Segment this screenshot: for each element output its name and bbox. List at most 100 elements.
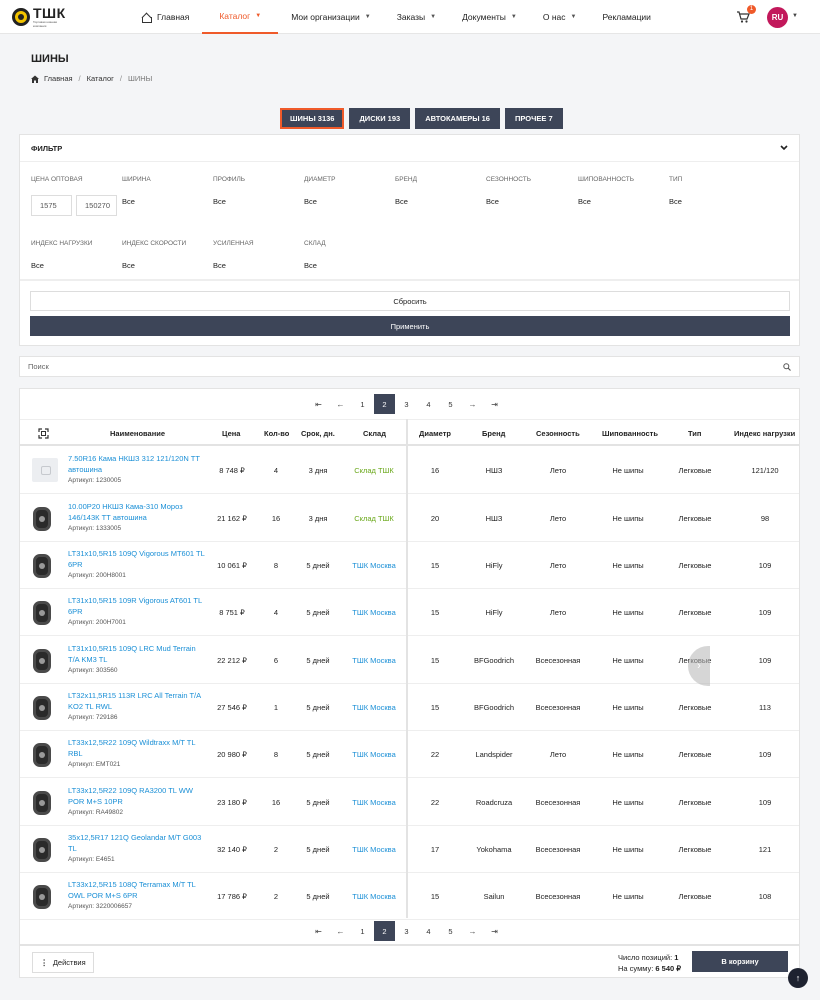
language-switcher[interactable]: RU: [767, 7, 788, 28]
filter-speed-index-select[interactable]: Все: [122, 261, 135, 270]
table-row[interactable]: LT33x12,5R22 109Q Wildtraxx M/T TL RBL Ар…: [20, 731, 799, 778]
product-name-link[interactable]: 10.00Р20 НКШЗ Кама-310 Мороз 146/143К ТТ…: [68, 501, 208, 523]
table-row[interactable]: 7.50R16 Кама НКШЗ 312 121/120N TT автоши…: [20, 447, 799, 494]
table-row[interactable]: LT32x11,5R15 113R LRC All Terrain T/A KO…: [20, 684, 799, 731]
first-page-icon[interactable]: ⇤: [308, 921, 329, 941]
table-row[interactable]: LT33x12,5R22 109Q RA3200 TL WW POR M+S 1…: [20, 779, 799, 826]
page-button[interactable]: 3: [396, 394, 417, 414]
product-name-link[interactable]: LT32x11,5R15 113R LRC All Terrain T/A KO…: [68, 690, 208, 712]
col-brand[interactable]: Бренд: [482, 420, 505, 447]
cell-stock[interactable]: Склад ТШК: [348, 495, 400, 542]
product-name-link[interactable]: LT33x12,5R22 109Q RA3200 TL WW POR M+S 1…: [68, 785, 208, 807]
table-row[interactable]: LT31x10,5R15 109Q LRC Mud Terrain T/A KM…: [20, 637, 799, 684]
table-row[interactable]: LT31x10,5R15 109Q Vigorous MT601 TL 6PR А…: [20, 542, 799, 589]
table-row[interactable]: LT31x10,5R15 109R Vigorous AT601 TL 6PR А…: [20, 589, 799, 636]
cell-diameter: 15: [430, 703, 440, 712]
page-button[interactable]: 1: [352, 921, 373, 941]
page-button-current[interactable]: 2: [374, 921, 395, 941]
search-input[interactable]: Поиск: [19, 356, 800, 377]
col-stock[interactable]: Склад: [363, 420, 386, 447]
filter-warehouse-select[interactable]: Все: [304, 261, 317, 270]
nav-orders[interactable]: Заказы ▼: [384, 0, 449, 34]
cell-stock[interactable]: ТШК Москва: [348, 731, 400, 778]
nav-orgs[interactable]: Мои организации ▼: [278, 0, 384, 34]
price-max-input[interactable]: 150270: [76, 195, 117, 216]
filter-reinforced-select[interactable]: Все: [213, 261, 226, 270]
expand-icon[interactable]: [38, 428, 49, 439]
prev-page-icon[interactable]: ←: [330, 921, 351, 941]
filter-profile-select[interactable]: Все: [213, 197, 226, 206]
nav-docs[interactable]: Документы ▼: [449, 0, 530, 34]
product-name-link[interactable]: 7.50R16 Кама НКШЗ 312 121/120N TT автоши…: [68, 453, 208, 475]
filter-diameter-select[interactable]: Все: [304, 197, 317, 206]
tab-tubes[interactable]: АВТОКАМЕРЫ 16: [415, 108, 500, 129]
apply-button[interactable]: Применить: [30, 316, 790, 336]
col-term[interactable]: Срок, дн.: [301, 420, 335, 447]
home-icon[interactable]: [31, 75, 39, 83]
filter-studs-select[interactable]: Все: [578, 197, 591, 206]
page-button[interactable]: 1: [352, 394, 373, 414]
product-name-link[interactable]: LT31x10,5R15 109R Vigorous AT601 TL 6PR: [68, 595, 208, 617]
page-button[interactable]: 5: [440, 394, 461, 414]
filter-season-select[interactable]: Все: [486, 197, 499, 206]
col-studs[interactable]: Шипованность: [602, 420, 658, 447]
first-page-icon[interactable]: ⇤: [308, 394, 329, 414]
logo[interactable]: ТШК Торговая шинная компания: [12, 6, 67, 28]
add-to-cart-button[interactable]: В корзину: [692, 951, 788, 972]
col-qty[interactable]: Кол-во: [264, 420, 289, 447]
cell-stock[interactable]: ТШК Москва: [348, 684, 400, 731]
next-page-icon[interactable]: →: [462, 921, 483, 941]
nav-catalog[interactable]: Каталог ▼: [202, 0, 279, 34]
col-price[interactable]: Цена: [222, 420, 240, 447]
col-type[interactable]: Тип: [688, 420, 701, 447]
filter-load-index-select[interactable]: Все: [31, 261, 44, 270]
col-diameter[interactable]: Диаметр: [419, 420, 451, 447]
cell-stock[interactable]: Склад ТШК: [348, 447, 400, 494]
breadcrumb-catalog[interactable]: Каталог: [87, 74, 114, 83]
cell-stock[interactable]: ТШК Москва: [348, 873, 400, 920]
table-row[interactable]: 10.00Р20 НКШЗ Кама-310 Мороз 146/143К ТТ…: [20, 495, 799, 542]
cell-stock[interactable]: ТШК Москва: [348, 637, 400, 684]
price-min-input[interactable]: 1575: [31, 195, 72, 216]
reset-button[interactable]: Сбросить: [30, 291, 790, 311]
last-page-icon[interactable]: ⇥: [484, 394, 505, 414]
scroll-to-top-icon[interactable]: ↑: [788, 968, 808, 988]
cell-stock[interactable]: ТШК Москва: [348, 589, 400, 636]
product-name-link[interactable]: LT31x10,5R15 109Q Vigorous MT601 TL 6PR: [68, 548, 208, 570]
col-season[interactable]: Сезонность: [536, 420, 580, 447]
last-page-icon[interactable]: ⇥: [484, 921, 505, 941]
cell-stock[interactable]: ТШК Москва: [348, 826, 400, 873]
chevron-down-icon[interactable]: [780, 145, 788, 151]
product-name-link[interactable]: LT33x12,5R15 108Q Terramax M/T TL OWL PO…: [68, 879, 208, 901]
table-row[interactable]: LT33x12,5R15 108Q Terramax M/T TL OWL PO…: [20, 873, 799, 920]
page-button[interactable]: 3: [396, 921, 417, 941]
tab-wheels[interactable]: ДИСКИ 193: [349, 108, 411, 129]
prev-page-icon[interactable]: ←: [330, 394, 351, 414]
actions-button[interactable]: ⋮ Действия: [32, 952, 94, 973]
breadcrumb-home[interactable]: Главная: [44, 74, 73, 83]
tab-other[interactable]: ПРОЧЕЕ 7: [504, 108, 563, 129]
chevron-down-icon[interactable]: ▼: [792, 13, 798, 19]
table-row[interactable]: 35x12,5R17 121Q Geolandar M/T G003 TL Арт…: [20, 826, 799, 873]
nav-about[interactable]: О нас ▼: [530, 0, 590, 34]
tab-tires[interactable]: ШИНЫ 3136: [280, 108, 345, 129]
col-load-index[interactable]: Индекс нагрузки: [734, 420, 795, 447]
nav-ads[interactable]: Рекламации: [589, 0, 663, 34]
search-icon[interactable]: [783, 362, 791, 371]
filter-header[interactable]: ФИЛЬТР: [20, 135, 799, 162]
product-name-link[interactable]: LT33x12,5R22 109Q Wildtraxx M/T TL RBL: [68, 737, 208, 759]
next-page-icon[interactable]: →: [462, 394, 483, 414]
col-name[interactable]: Наименование: [110, 420, 165, 447]
filter-type-select[interactable]: Все: [669, 197, 682, 206]
product-name-link[interactable]: 35x12,5R17 121Q Geolandar M/T G003 TL: [68, 832, 208, 854]
page-button[interactable]: 5: [440, 921, 461, 941]
product-name-link[interactable]: LT31x10,5R15 109Q LRC Mud Terrain T/A KM…: [68, 643, 208, 665]
cell-stock[interactable]: ТШК Москва: [348, 542, 400, 589]
nav-home[interactable]: Главная: [128, 0, 202, 34]
page-button[interactable]: 4: [418, 921, 439, 941]
filter-width-select[interactable]: Все: [122, 197, 135, 206]
filter-brand-select[interactable]: Все: [395, 197, 408, 206]
page-button-current[interactable]: 2: [374, 394, 395, 414]
cell-stock[interactable]: ТШК Москва: [348, 779, 400, 826]
page-button[interactable]: 4: [418, 394, 439, 414]
